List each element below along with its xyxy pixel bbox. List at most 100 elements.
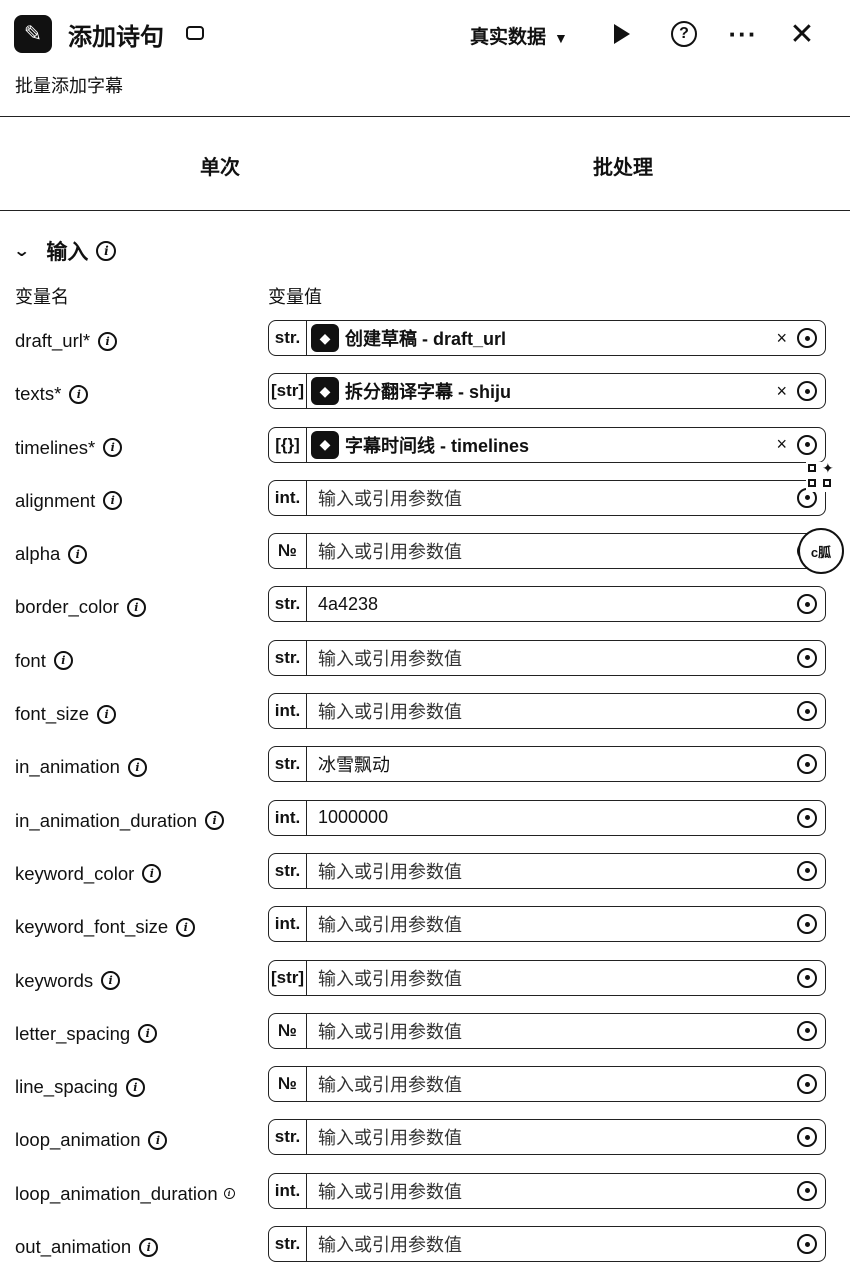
parameter-value-field[interactable]: [str] ◆ 拆分翻译字幕 - shiju × — [268, 373, 826, 410]
variable-reference-icon[interactable] — [797, 328, 817, 348]
info-icon[interactable]: i — [97, 704, 117, 724]
parameter-value-field[interactable]: str. 输入或引用参数值 — [268, 1119, 826, 1156]
variable-reference-icon[interactable] — [797, 807, 817, 828]
variable-reference-icon[interactable] — [797, 381, 817, 402]
value-placeholder[interactable]: 输入或引用参数值 — [318, 538, 797, 564]
value-text[interactable]: 1000000 — [318, 807, 797, 828]
tab-single[interactable]: 单次 — [200, 151, 240, 180]
type-tag[interactable]: int. — [269, 907, 307, 942]
variable-reference-icon[interactable] — [797, 434, 817, 455]
parameter-value-field[interactable]: [str] 输入或引用参数值 — [268, 959, 826, 996]
parameter-value-field[interactable]: str. 冰雪飘动 — [268, 746, 826, 783]
info-icon[interactable]: i — [176, 917, 196, 937]
value-placeholder[interactable]: 输入或引用参数值 — [318, 911, 797, 937]
variable-reference-icon[interactable] — [797, 1020, 817, 1041]
type-tag[interactable]: int. — [269, 800, 307, 835]
variable-reference-icon[interactable] — [797, 594, 817, 615]
input-section-toggle[interactable]: ⌄ 输入 i — [13, 236, 117, 266]
clear-icon[interactable]: × — [776, 434, 787, 455]
info-icon[interactable]: i — [138, 1024, 158, 1044]
variable-reference-icon[interactable] — [797, 701, 817, 722]
info-icon[interactable]: i — [127, 757, 147, 777]
type-tag[interactable]: int. — [269, 694, 307, 729]
value-placeholder[interactable]: 输入或引用参数值 — [318, 1231, 797, 1257]
assistant-badge-icon[interactable]: c胍 — [798, 528, 844, 574]
value-placeholder[interactable]: 输入或引用参数值 — [318, 1124, 797, 1150]
parameter-value-field[interactable]: str. 输入或引用参数值 — [268, 639, 826, 676]
info-icon[interactable]: i — [126, 597, 146, 617]
parameter-value-field[interactable]: int. 输入或引用参数值 — [268, 906, 826, 943]
parameter-value-field[interactable]: str. 输入或引用参数值 — [268, 1226, 826, 1263]
variable-reference-icon[interactable] — [797, 1234, 817, 1255]
parameter-value-field[interactable]: int. 输入或引用参数值 — [268, 693, 826, 730]
info-icon[interactable]: i — [103, 438, 123, 458]
clear-icon[interactable]: × — [776, 381, 787, 402]
info-icon[interactable]: i — [96, 241, 117, 261]
add-widget-icon[interactable]: ✦ — [806, 460, 836, 492]
type-tag[interactable]: str. — [269, 747, 307, 782]
clear-icon[interactable]: × — [776, 328, 787, 349]
tab-batch[interactable]: 批处理 — [593, 151, 653, 180]
help-button[interactable]: ? — [668, 18, 700, 50]
info-icon[interactable]: i — [98, 331, 118, 351]
type-tag[interactable]: str. — [269, 1120, 307, 1155]
value-placeholder[interactable]: 输入或引用参数值 — [318, 965, 797, 991]
close-button[interactable]: ✕ — [786, 18, 818, 51]
variable-reference-icon[interactable] — [797, 1180, 817, 1201]
parameter-name: in_animation — [15, 756, 120, 778]
value-placeholder[interactable]: 输入或引用参数值 — [318, 698, 797, 724]
value-placeholder[interactable]: 输入或引用参数值 — [318, 485, 797, 511]
value-placeholder[interactable]: 输入或引用参数值 — [318, 1178, 797, 1204]
parameter-value-field[interactable]: str. ◆ 创建草稿 - draft_url × — [268, 320, 826, 356]
variable-reference-icon[interactable] — [797, 1074, 817, 1095]
variable-reference-icon[interactable] — [797, 860, 817, 881]
parameter-value-field[interactable]: int. 1000000 — [268, 799, 826, 836]
type-tag[interactable]: [str] — [269, 960, 307, 995]
parameter-value-field[interactable]: № 输入或引用参数值 — [268, 1066, 826, 1103]
type-tag[interactable]: int. — [269, 1173, 307, 1208]
more-button[interactable]: ··· — [727, 18, 759, 50]
parameter-value-field[interactable]: int. 输入或引用参数值 — [268, 1172, 826, 1209]
info-icon[interactable]: i — [148, 1130, 168, 1150]
type-tag[interactable]: № — [269, 1067, 307, 1102]
value-text[interactable]: 冰雪飘动 — [318, 751, 797, 777]
info-icon[interactable]: i — [223, 1188, 235, 1200]
variable-reference-icon[interactable] — [797, 754, 817, 775]
parameter-value-field[interactable]: [{}] ◆ 字幕时间线 - timelines × — [268, 426, 826, 463]
info-icon[interactable]: i — [68, 544, 88, 564]
info-icon[interactable]: i — [69, 384, 89, 404]
type-tag[interactable]: int. — [269, 480, 307, 515]
variable-reference-icon[interactable] — [797, 967, 817, 988]
value-placeholder[interactable]: 输入或引用参数值 — [318, 1018, 797, 1044]
info-icon[interactable]: i — [139, 1237, 159, 1257]
value-placeholder[interactable]: 输入或引用参数值 — [318, 1071, 797, 1097]
parameter-value-field[interactable]: str. 输入或引用参数值 — [268, 852, 826, 889]
type-tag[interactable]: [{}] — [269, 427, 307, 462]
run-button[interactable] — [606, 18, 638, 50]
variable-reference-icon[interactable] — [797, 914, 817, 935]
type-tag[interactable]: str. — [269, 853, 307, 888]
value-placeholder[interactable]: 输入或引用参数值 — [318, 858, 797, 884]
info-icon[interactable]: i — [53, 651, 73, 671]
info-icon[interactable]: i — [205, 811, 225, 831]
type-tag[interactable]: str. — [269, 640, 307, 675]
type-tag[interactable]: str. — [269, 321, 307, 355]
info-icon[interactable]: i — [125, 1077, 145, 1097]
type-tag[interactable]: str. — [269, 587, 307, 622]
info-icon[interactable]: i — [101, 971, 121, 991]
variable-reference-icon[interactable] — [797, 647, 817, 668]
value-text[interactable]: 4a4238 — [318, 594, 797, 615]
variable-reference-icon[interactable] — [797, 1127, 817, 1148]
parameter-value-field[interactable]: № 输入或引用参数值 — [268, 1012, 826, 1049]
info-icon[interactable]: i — [103, 491, 123, 511]
info-icon[interactable]: i — [142, 864, 162, 884]
type-tag[interactable]: № — [269, 534, 307, 569]
value-placeholder[interactable]: 输入或引用参数值 — [318, 645, 797, 671]
type-tag[interactable]: str. — [269, 1227, 307, 1262]
parameter-value-field[interactable]: № 输入或引用参数值 — [268, 533, 826, 570]
parameter-value-field[interactable]: int. 输入或引用参数值 — [268, 479, 826, 516]
type-tag[interactable]: [str] — [269, 374, 307, 409]
type-tag[interactable]: № — [269, 1013, 307, 1048]
parameter-value-field[interactable]: str. 4a4238 — [268, 586, 826, 623]
data-mode-select[interactable]: 真实数据 ▼ — [470, 22, 568, 49]
